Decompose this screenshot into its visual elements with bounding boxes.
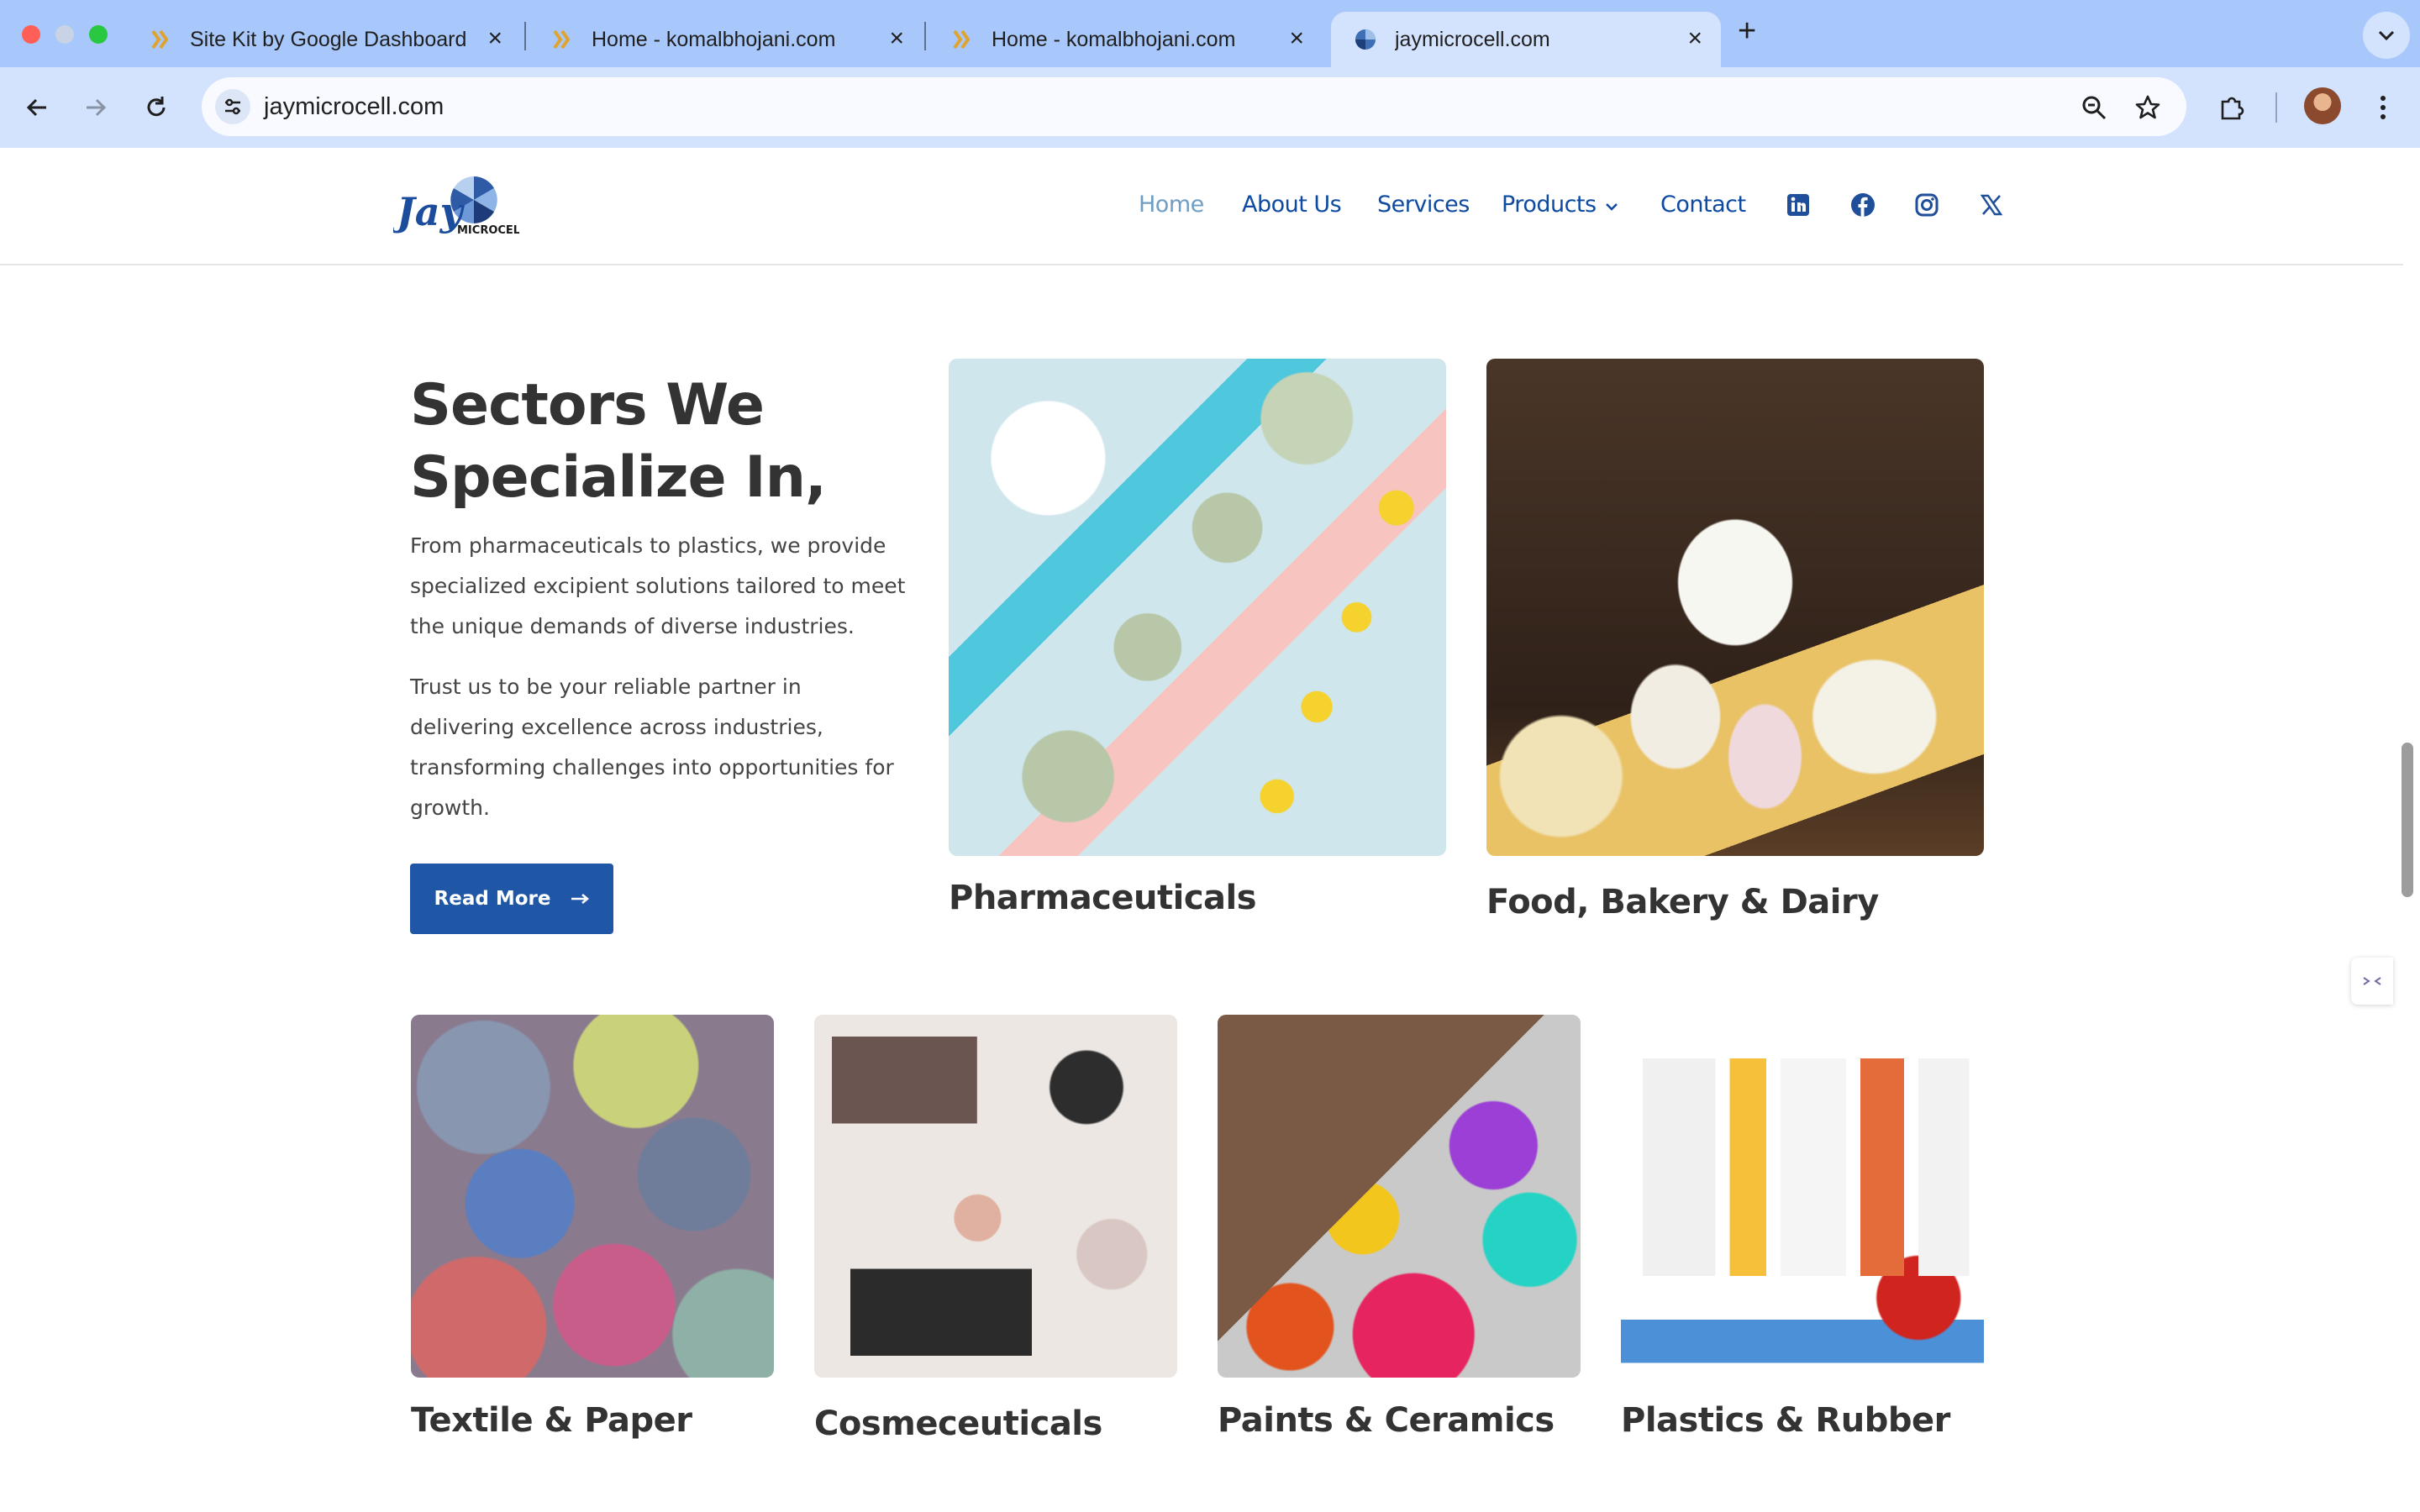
browser-tab[interactable]: Home - komalbhojani.com ×: [528, 12, 923, 67]
extensions-puzzle-icon[interactable]: [2215, 91, 2249, 124]
site-info-icon[interactable]: [215, 89, 250, 124]
zoom-icon[interactable]: [2077, 91, 2111, 124]
site-favicon-icon: [148, 27, 173, 52]
pharmaceuticals-image: [949, 359, 1446, 856]
site-favicon-icon: [550, 27, 575, 52]
nav-home[interactable]: Home: [1139, 192, 1204, 218]
nav-services[interactable]: Services: [1377, 192, 1470, 218]
close-tab-icon[interactable]: ×: [487, 26, 502, 51]
chevron-down-icon: [2378, 30, 2395, 41]
new-tab-button[interactable]: +: [1738, 13, 1756, 50]
reload-button[interactable]: [134, 86, 178, 129]
tab-separator: [924, 22, 926, 50]
arrow-right-icon: [571, 894, 590, 904]
jay-microcell-favicon-icon: [1353, 27, 1378, 52]
tab-search-button[interactable]: [2363, 12, 2410, 59]
forward-button[interactable]: [74, 86, 118, 129]
address-bar[interactable]: jaymicrocell.com: [202, 77, 2186, 136]
linkedin-icon[interactable]: [1785, 192, 1812, 218]
more-vertical-icon[interactable]: [2366, 91, 2400, 124]
nav-about-us[interactable]: About Us: [1242, 192, 1342, 218]
side-widget-tab[interactable]: [2351, 958, 2393, 1005]
sector-label-pharmaceuticals: Pharmaceuticals: [949, 879, 1257, 917]
x-twitter-icon[interactable]: [1978, 192, 2005, 218]
close-tab-icon[interactable]: ×: [1289, 26, 1304, 51]
tab-title: Home - komalbhojani.com: [992, 27, 1236, 51]
browser-tab[interactable]: Home - komalbhojani.com ×: [928, 12, 1323, 67]
svg-text:MICROCELL: MICROCELL: [457, 224, 519, 237]
toolbar-separator: [2275, 92, 2277, 123]
browser-tab[interactable]: Site Kit by Google Dashboard ×: [126, 12, 521, 67]
browser-tab-active[interactable]: jaymicrocell.com ×: [1331, 12, 1721, 67]
sector-label-cosmeceuticals: Cosmeceuticals: [814, 1404, 1102, 1443]
sector-label-food-bakery-dairy: Food, Bakery & Dairy: [1486, 883, 1879, 921]
instagram-icon[interactable]: [1913, 192, 1940, 218]
back-button[interactable]: [15, 86, 59, 129]
plastics-rubber-image: [1621, 1015, 1984, 1378]
tab-title: Site Kit by Google Dashboard: [190, 27, 467, 51]
sectors-heading: Sectors We Specialize In,: [410, 372, 827, 511]
food-bakery-dairy-image: [1486, 359, 1984, 856]
sectors-paragraph-1: From pharmaceuticals to plastics, we pro…: [410, 533, 906, 638]
url-text: jaymicrocell.com: [264, 93, 445, 120]
tab-title: jaymicrocell.com: [1395, 27, 1550, 51]
close-tab-icon[interactable]: ×: [889, 26, 904, 51]
site-favicon-icon: [950, 27, 975, 52]
bookmark-star-icon[interactable]: [2131, 91, 2165, 124]
page-scrollbar-thumb[interactable]: [2402, 743, 2413, 897]
back-arrow-icon: [26, 98, 46, 117]
maximize-window-button[interactable]: [89, 25, 108, 44]
facebook-icon[interactable]: [1849, 192, 1876, 218]
nav-products[interactable]: Products: [1502, 192, 1597, 218]
nav-contact[interactable]: Contact: [1660, 192, 1746, 218]
profile-avatar[interactable]: [2304, 87, 2341, 124]
minimize-window-button[interactable]: [55, 25, 74, 44]
products-chevron-down-icon[interactable]: [1598, 193, 1625, 220]
reload-icon: [147, 97, 166, 117]
jay-microcell-logo[interactable]: Jay MICROCELL: [390, 173, 527, 237]
tab-title: Home - komalbhojani.com: [592, 27, 836, 51]
forward-arrow-icon: [87, 98, 107, 117]
close-window-button[interactable]: [22, 25, 40, 44]
paints-ceramics-image: [1218, 1015, 1581, 1378]
sectors-paragraph-2: Trust us to be your reliable partner in …: [410, 675, 894, 820]
read-more-label: Read More: [434, 888, 551, 910]
sector-label-paints-ceramics: Paints & Ceramics: [1218, 1401, 1555, 1440]
sector-label-plastics-rubber: Plastics & Rubber: [1621, 1401, 1950, 1440]
sector-label-textile-paper: Textile & Paper: [411, 1401, 692, 1440]
cosmeceuticals-image: [814, 1015, 1177, 1378]
widget-icon: [2363, 977, 2381, 985]
tab-separator: [524, 22, 526, 50]
svg-text:Jay: Jay: [393, 189, 466, 234]
close-tab-icon[interactable]: ×: [1687, 26, 1702, 51]
textile-paper-image: [411, 1015, 774, 1378]
read-more-button[interactable]: Read More: [410, 864, 613, 934]
